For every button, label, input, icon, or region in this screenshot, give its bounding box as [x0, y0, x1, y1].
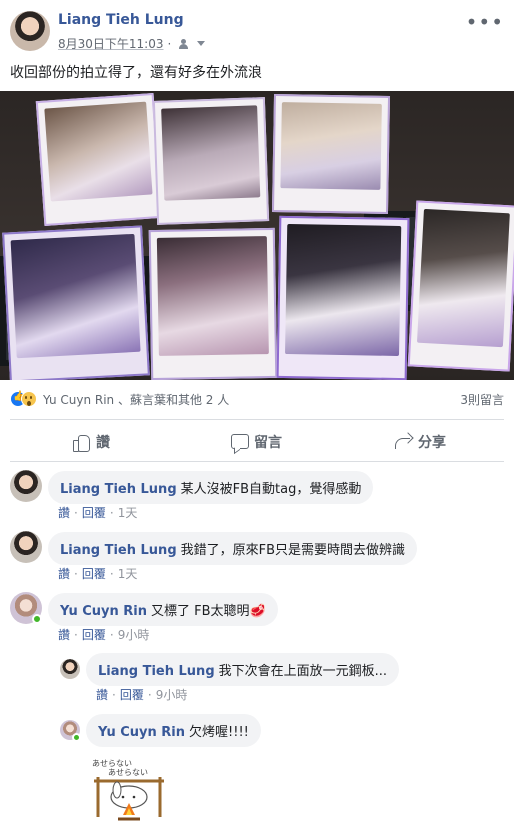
reply-author[interactable]: Yu Cuyn Rin: [98, 725, 185, 740]
comment-time[interactable]: 1天: [118, 567, 138, 581]
comment-time[interactable]: 1天: [118, 506, 138, 520]
comment-text: 我錯了，原來FB只是需要時間去做辨識: [180, 543, 406, 558]
reply-bubble: Yu Cuyn Rin 欠烤喔!!!!: [86, 714, 261, 747]
post-meta: 8月30日下午11:03 ·: [58, 35, 206, 52]
comment-text: 某人沒被FB自動tag，覺得感動: [180, 482, 362, 497]
ellipsis-icon[interactable]: •••: [466, 12, 504, 32]
comment-like-link[interactable]: 讚: [58, 506, 70, 520]
thumbs-up-icon: [72, 433, 90, 452]
roasting-rabbit-sticker: あせらない あせらない: [92, 759, 164, 821]
comment-bubble: Liang Tieh Lung 我錯了，原來FB只是需要時間去做辨識: [48, 532, 418, 565]
post-photo[interactable]: [0, 91, 514, 380]
comment-author[interactable]: Liang Tieh Lung: [60, 482, 177, 497]
avatar[interactable]: [60, 659, 80, 679]
comment-time[interactable]: 9小時: [118, 628, 150, 642]
polaroid-photo: [276, 215, 410, 380]
reactions-summary: Yu Cuyn Rin 、蘇言葉和其他 2 人 3則留言: [10, 390, 504, 408]
online-status-icon: [32, 614, 42, 624]
comment-reply-link[interactable]: 回覆: [82, 506, 106, 520]
comment-like-link[interactable]: 讚: [58, 567, 70, 581]
divider: [10, 461, 504, 462]
post-actions: 讚 留言 分享: [10, 425, 504, 459]
reply-text: 欠烤喔!!!!: [189, 725, 249, 740]
comment-reply-link[interactable]: 回覆: [82, 628, 106, 642]
comment-actions: 讚 · 回覆 · 1天: [58, 506, 138, 520]
avatar[interactable]: [10, 470, 42, 502]
divider: [10, 419, 504, 420]
comment-button[interactable]: 留言: [230, 425, 282, 459]
comment-count[interactable]: 3則留言: [460, 391, 504, 408]
comment-icon: [230, 433, 249, 451]
share-arrow-icon: [394, 433, 412, 451]
comment-bubble: Liang Tieh Lung 某人沒被FB自動tag，覺得感動: [48, 471, 374, 504]
share-label: 分享: [418, 435, 446, 451]
author-avatar[interactable]: [10, 11, 50, 51]
comment-actions: 讚 · 回覆 · 9小時: [58, 628, 150, 642]
reactors-text[interactable]: Yu Cuyn Rin 、蘇言葉和其他 2 人: [43, 391, 229, 408]
comment-author[interactable]: Liang Tieh Lung: [60, 543, 177, 558]
share-button[interactable]: 分享: [394, 425, 446, 459]
sticker-text-1: あせらない: [92, 759, 132, 768]
sticker-image[interactable]: あせらない あせらない: [90, 757, 168, 829]
post-header: Liang Tieh Lung 8月30日下午11:03 · •••: [0, 0, 514, 56]
avatar[interactable]: [10, 531, 42, 563]
polaroid-photo: [271, 93, 391, 215]
comment-like-link[interactable]: 讚: [58, 628, 70, 642]
post-text: 收回部份的拍立得了，還有好多在外流浪: [10, 65, 262, 81]
comment-label: 留言: [254, 435, 282, 451]
polaroid-photo: [148, 227, 278, 380]
comment-text: 又標了 FB太聰明🥩: [151, 604, 266, 619]
polaroid-photo: [35, 93, 163, 226]
like-button[interactable]: 讚: [72, 425, 110, 459]
comment-reply-link[interactable]: 回覆: [82, 567, 106, 581]
reply-bubble: Liang Tieh Lung 我下次會在上面放一元鋼板...: [86, 653, 400, 686]
comment-actions: 讚 · 回覆 · 1天: [58, 567, 138, 581]
polaroid-photo: [2, 225, 150, 380]
like-label: 讚: [96, 435, 110, 451]
polaroid-photo: [407, 200, 514, 372]
friends-icon[interactable]: [179, 38, 193, 49]
comment-bubble: Yu Cuyn Rin 又標了 FB太聰明🥩: [48, 593, 278, 626]
reply-like-link[interactable]: 讚: [96, 688, 108, 702]
reply-text: 我下次會在上面放一元鋼板...: [218, 664, 388, 679]
online-status-icon: [72, 733, 81, 742]
post-timestamp[interactable]: 8月30日下午11:03: [58, 35, 164, 52]
reply-time[interactable]: 9小時: [156, 688, 188, 702]
sticker-text-2: あせらない: [108, 768, 148, 777]
reply-author[interactable]: Liang Tieh Lung: [98, 664, 215, 679]
wow-reaction-icon[interactable]: [21, 391, 37, 407]
reply-reply-link[interactable]: 回覆: [120, 688, 144, 702]
chevron-down-icon[interactable]: [197, 41, 206, 46]
comment-author[interactable]: Yu Cuyn Rin: [60, 604, 147, 619]
author-name[interactable]: Liang Tieh Lung: [58, 12, 184, 28]
reply-actions: 讚 · 回覆 · 9小時: [96, 688, 188, 702]
polaroid-photo: [152, 97, 270, 225]
